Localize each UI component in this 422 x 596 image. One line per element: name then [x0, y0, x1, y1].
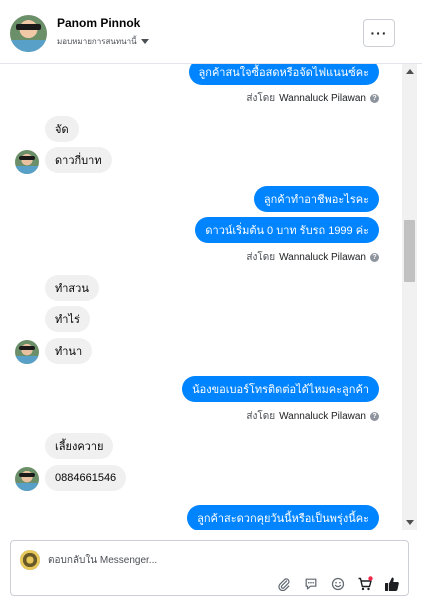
scrollbar-thumb[interactable] — [404, 220, 415, 282]
cart-icon[interactable] — [356, 575, 374, 593]
message-list: ลูกค้าสนใจซื้อสดหรือจัดไฟแนนซ์คะ ส่งโดย … — [0, 64, 400, 530]
message-outgoing[interactable]: ลูกค้าทำอาชีพอะไรคะ — [253, 186, 379, 212]
reply-composer — [10, 540, 409, 596]
sender-name: Wannaluck Pilawan — [279, 252, 366, 263]
contact-name[interactable]: Panom Pinnok — [57, 16, 140, 30]
help-icon[interactable]: ? — [370, 253, 379, 262]
sender-name: Wannaluck Pilawan — [279, 93, 366, 104]
message-incoming[interactable]: ดาวกี่บาท — [45, 147, 112, 173]
help-icon[interactable]: ? — [370, 94, 379, 103]
message-outgoing[interactable]: น้องขอเบอร์โทรติดต่อได้ไหมคะลูกค้า — [182, 376, 379, 402]
caret-down-icon — [140, 39, 149, 44]
contact-avatar — [15, 150, 39, 174]
paperclip-icon[interactable] — [275, 575, 293, 593]
contact-avatar — [15, 467, 39, 491]
message-outgoing[interactable]: ดาวน์เริ่มต้น 0 บาท รับรถ 1999 ค่ะ — [195, 217, 379, 243]
thumbs-up-icon[interactable] — [383, 575, 401, 593]
message-outgoing[interactable]: ลูกค้าสะดวกคุยวันนี้หรือเป็นพรุ่งนี้คะ — [187, 505, 379, 530]
assign-conversation-label: มอบหมายการสนทนานี้ — [57, 37, 137, 46]
message-incoming[interactable]: เลี้ยงควาย — [45, 433, 114, 459]
message-incoming[interactable]: 0884661546 — [45, 465, 127, 491]
conversation-header: Panom Pinnok มอบหมายการสนทนานี้ ··· — [0, 0, 422, 64]
sent-by-line: ส่งโดย Wannaluck Pilawan ? — [246, 91, 379, 106]
assign-conversation-dropdown[interactable]: มอบหมายการสนทนานี้ — [57, 35, 149, 48]
scroll-down-icon[interactable] — [406, 520, 414, 525]
reply-input[interactable] — [48, 551, 348, 569]
sent-by-line: ส่งโดย Wannaluck Pilawan ? — [246, 250, 379, 265]
message-incoming[interactable]: ทำไร่ — [45, 306, 90, 332]
sender-name: Wannaluck Pilawan — [279, 411, 366, 422]
smiley-icon[interactable] — [329, 575, 347, 593]
message-scrollbar[interactable] — [402, 64, 417, 530]
avatar[interactable] — [10, 15, 47, 52]
scroll-up-icon[interactable] — [406, 69, 414, 74]
more-options-button[interactable]: ··· — [363, 19, 395, 47]
help-icon[interactable]: ? — [370, 412, 379, 421]
message-incoming[interactable]: จัด — [45, 116, 79, 142]
contact-avatar — [15, 340, 39, 364]
sent-by-line: ส่งโดย Wannaluck Pilawan ? — [246, 409, 379, 424]
sent-by-prefix: ส่งโดย — [246, 252, 276, 263]
page-avatar — [20, 550, 40, 570]
message-incoming[interactable]: ทำสวน — [45, 275, 99, 301]
message-incoming[interactable]: ทำนา — [45, 338, 93, 364]
speech-bubble-icon[interactable] — [302, 575, 320, 593]
message-outgoing[interactable]: ลูกค้าสนใจซื้อสดหรือจัดไฟแนนซ์คะ — [188, 64, 379, 85]
sent-by-prefix: ส่งโดย — [246, 93, 276, 104]
sent-by-prefix: ส่งโดย — [246, 411, 276, 422]
